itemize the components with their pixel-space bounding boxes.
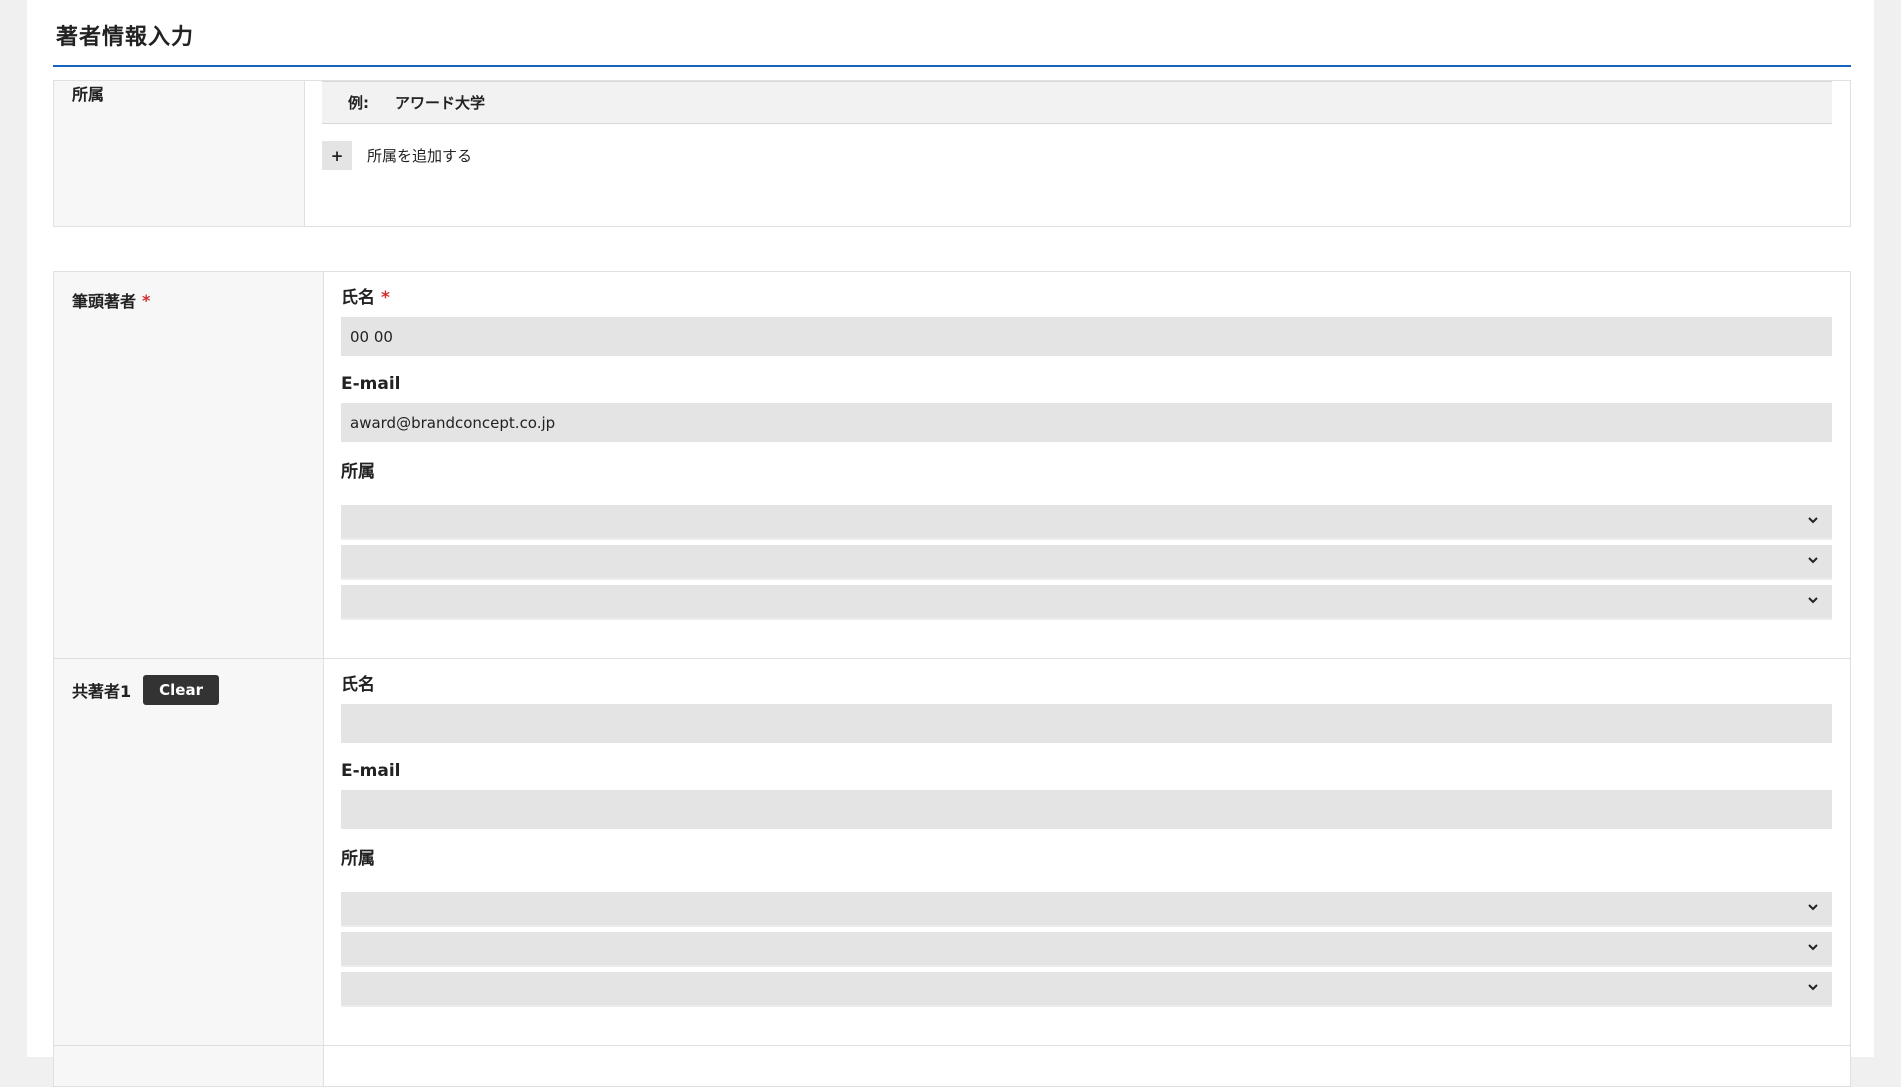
co-author-2-row-partial [53, 1045, 1851, 1087]
co-author-1-fields: 氏名 E-mail 所属 [323, 658, 1851, 1046]
chevron-down-icon [1808, 597, 1818, 604]
co-affiliation-select-3[interactable] [341, 972, 1832, 1007]
page-panel: 著者情報入力 所属 例: アワード大学 + 所属を追加する 筆頭著者 * 氏名 … [27, 0, 1874, 1087]
co-author-1-row: 共著者1 Clear 氏名 E-mail 所属 [53, 658, 1851, 1046]
co-author-2-heading-partial [53, 1045, 324, 1087]
lead-affiliation-select-1[interactable] [341, 505, 1832, 540]
lead-name-input[interactable] [341, 317, 1832, 356]
form-content: 著者情報入力 所属 例: アワード大学 + 所属を追加する 筆頭著者 * 氏名 … [53, 0, 1851, 1087]
lead-email-label: E-mail [341, 374, 401, 394]
co-affiliation-select-1[interactable] [341, 892, 1832, 927]
section-title: 著者情報入力 [53, 0, 1851, 67]
affiliation-heading-label: 所属 [72, 85, 105, 104]
chevron-down-icon [1808, 944, 1818, 951]
lead-name-label-text: 氏名 [341, 288, 375, 308]
affiliation-table: 所属 例: アワード大学 + 所属を追加する [53, 80, 1851, 227]
clear-button[interactable]: Clear [143, 675, 219, 705]
co-author-1-heading-label: 共著者1 [72, 682, 132, 701]
add-affiliation-button[interactable]: + [322, 141, 352, 170]
co-affiliation-select-2[interactable] [341, 932, 1832, 967]
co-affiliation-label: 所属 [341, 849, 375, 869]
required-mark: * [142, 290, 151, 310]
co-email-input[interactable] [341, 790, 1832, 829]
co-author-2-fields-partial [323, 1045, 1851, 1087]
lead-email-input[interactable] [341, 403, 1832, 442]
affiliation-example: 例: アワード大学 [322, 81, 1832, 124]
lead-author-row: 筆頭著者 * 氏名 * E-mail 所属 [53, 271, 1851, 659]
lead-affiliation-select-3[interactable] [341, 585, 1832, 620]
chevron-down-icon [1808, 517, 1818, 524]
co-author-1-heading: 共著者1 Clear [53, 658, 324, 1046]
chevron-down-icon [1808, 557, 1818, 564]
affiliation-cell: 例: アワード大学 + 所属を追加する [304, 80, 1851, 227]
example-value: アワード大学 [395, 94, 486, 112]
authors-table: 筆頭著者 * 氏名 * E-mail 所属 [53, 271, 1851, 1087]
lead-author-heading: 筆頭著者 * [53, 271, 324, 659]
co-name-input[interactable] [341, 704, 1832, 743]
lead-author-fields: 氏名 * E-mail 所属 [323, 271, 1851, 659]
example-label: 例: [348, 94, 369, 112]
add-affiliation-row: + 所属を追加する [322, 141, 1832, 170]
co-name-label: 氏名 [341, 675, 375, 695]
lead-affiliation-label: 所属 [341, 462, 375, 482]
lead-name-label: 氏名 * [341, 286, 1832, 310]
lead-affiliation-select-2[interactable] [341, 545, 1832, 580]
chevron-down-icon [1808, 904, 1818, 911]
lead-author-heading-label: 筆頭著者 [72, 292, 137, 311]
affiliation-heading: 所属 [53, 80, 305, 227]
add-affiliation-label[interactable]: 所属を追加する [367, 145, 472, 166]
co-email-label: E-mail [341, 761, 401, 781]
chevron-down-icon [1808, 984, 1818, 991]
required-mark: * [381, 288, 390, 308]
